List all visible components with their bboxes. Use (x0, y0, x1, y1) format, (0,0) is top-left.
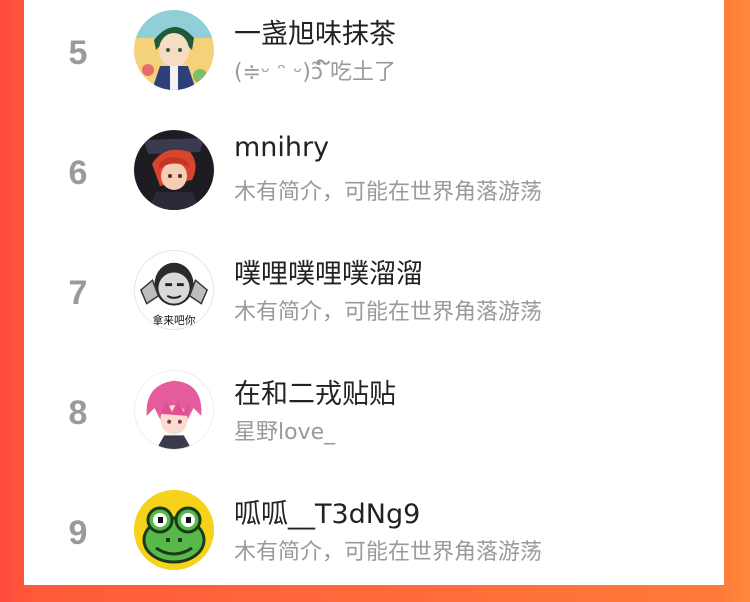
user-avatar[interactable]: 拿来吧你 (134, 250, 214, 330)
rank-number: 8 (68, 394, 88, 432)
user-bio: 星野love_ (234, 420, 336, 445)
avatar-caption: 拿来吧你 (153, 314, 196, 327)
user-name: 噗哩噗哩噗溜溜 (234, 259, 423, 290)
user-avatar[interactable] (134, 10, 214, 90)
red-hair-anime-avatar-icon (134, 130, 214, 210)
user-name: 呱呱__T3dNg9 (234, 499, 421, 530)
leaderboard-row[interactable]: 9 呱呱__T3dNg9 木有简介，可能在世界角落游荡 (24, 482, 724, 602)
rank-number: 9 (68, 514, 88, 552)
leaderboard-row[interactable]: 8 在和二戎贴贴 星野love_ (24, 362, 724, 482)
user-avatar[interactable] (134, 490, 214, 570)
pink-hair-anime-avatar-icon (135, 371, 213, 449)
leaderboard-row[interactable]: 5 一盏旭味抹茶 (≑ᵕ ᵔ ᵕ)ɔ̃ ໌໌໌吃土了 (24, 2, 724, 122)
frog-avatar-icon (134, 490, 214, 570)
user-name: 在和二戎贴贴 (234, 379, 396, 410)
rank-number: 5 (68, 34, 88, 72)
user-bio: 木有简介，可能在世界角落游荡 (234, 300, 543, 325)
leaderboard-row[interactable]: 7 拿来吧你 噗哩噗哩噗溜溜 木有简介，可能在世界角落游荡 (24, 242, 724, 362)
user-avatar[interactable] (134, 370, 214, 450)
rank-number: 6 (68, 154, 88, 192)
anime-boy-avatar-icon (134, 10, 214, 90)
user-name: 一盏旭味抹茶 (234, 19, 396, 50)
user-bio: (≑ᵕ ᵔ ᵕ)ɔ̃ ໌໌໌吃土了 (234, 60, 396, 85)
leaderboard-row[interactable]: 6 mnihry 木有简介，可能在世界角落游荡 (24, 122, 724, 242)
user-bio: 木有简介，可能在世界角落游荡 (234, 540, 543, 565)
leaderboard-panel: 5 一盏旭味抹茶 (≑ᵕ ᵔ ᵕ)ɔ̃ ໌໌໌吃土了 6 mnihry 木有简介… (24, 0, 724, 585)
user-avatar[interactable] (134, 130, 214, 210)
user-name: mnihry (234, 132, 330, 163)
meme-face-avatar-icon: 拿来吧你 (135, 251, 213, 329)
rank-number: 7 (68, 274, 88, 312)
user-bio: 木有简介，可能在世界角落游荡 (234, 180, 543, 205)
